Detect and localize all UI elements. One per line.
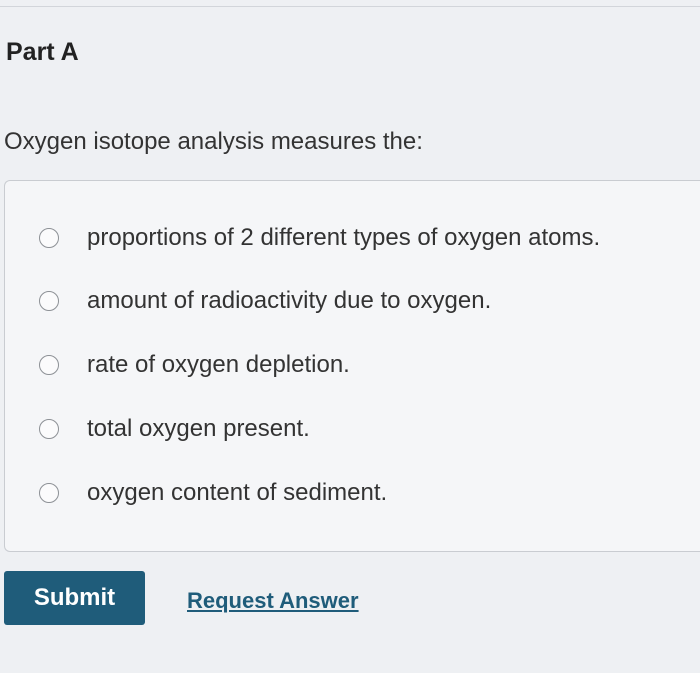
answer-choices-box: proportions of 2 different types of oxyg…: [4, 180, 700, 552]
part-title: Part A: [6, 38, 79, 66]
radio-button[interactable]: [39, 228, 59, 248]
top-divider: [0, 6, 700, 7]
answer-choice[interactable]: rate of oxygen depletion.: [39, 348, 350, 382]
choice-label: oxygen content of sediment.: [87, 479, 388, 506]
radio-button[interactable]: [39, 355, 59, 375]
radio-button[interactable]: [39, 291, 59, 311]
choice-label: proportions of 2 different types of oxyg…: [87, 224, 601, 251]
choice-label: amount of radioactivity due to oxygen.: [87, 287, 492, 314]
radio-button[interactable]: [39, 419, 59, 439]
answer-choice[interactable]: oxygen content of sediment.: [39, 476, 387, 510]
request-answer-link[interactable]: Request Answer: [187, 588, 359, 614]
answer-choice[interactable]: proportions of 2 different types of oxyg…: [39, 221, 600, 255]
radio-button[interactable]: [39, 483, 59, 503]
answer-choice[interactable]: amount of radioactivity due to oxygen.: [39, 284, 491, 318]
choice-label: rate of oxygen depletion.: [87, 351, 350, 378]
submit-button[interactable]: Submit: [4, 571, 145, 625]
question-prompt: Oxygen isotope analysis measures the:: [4, 128, 423, 155]
choice-label: total oxygen present.: [87, 415, 310, 442]
answer-choice[interactable]: total oxygen present.: [39, 412, 310, 446]
